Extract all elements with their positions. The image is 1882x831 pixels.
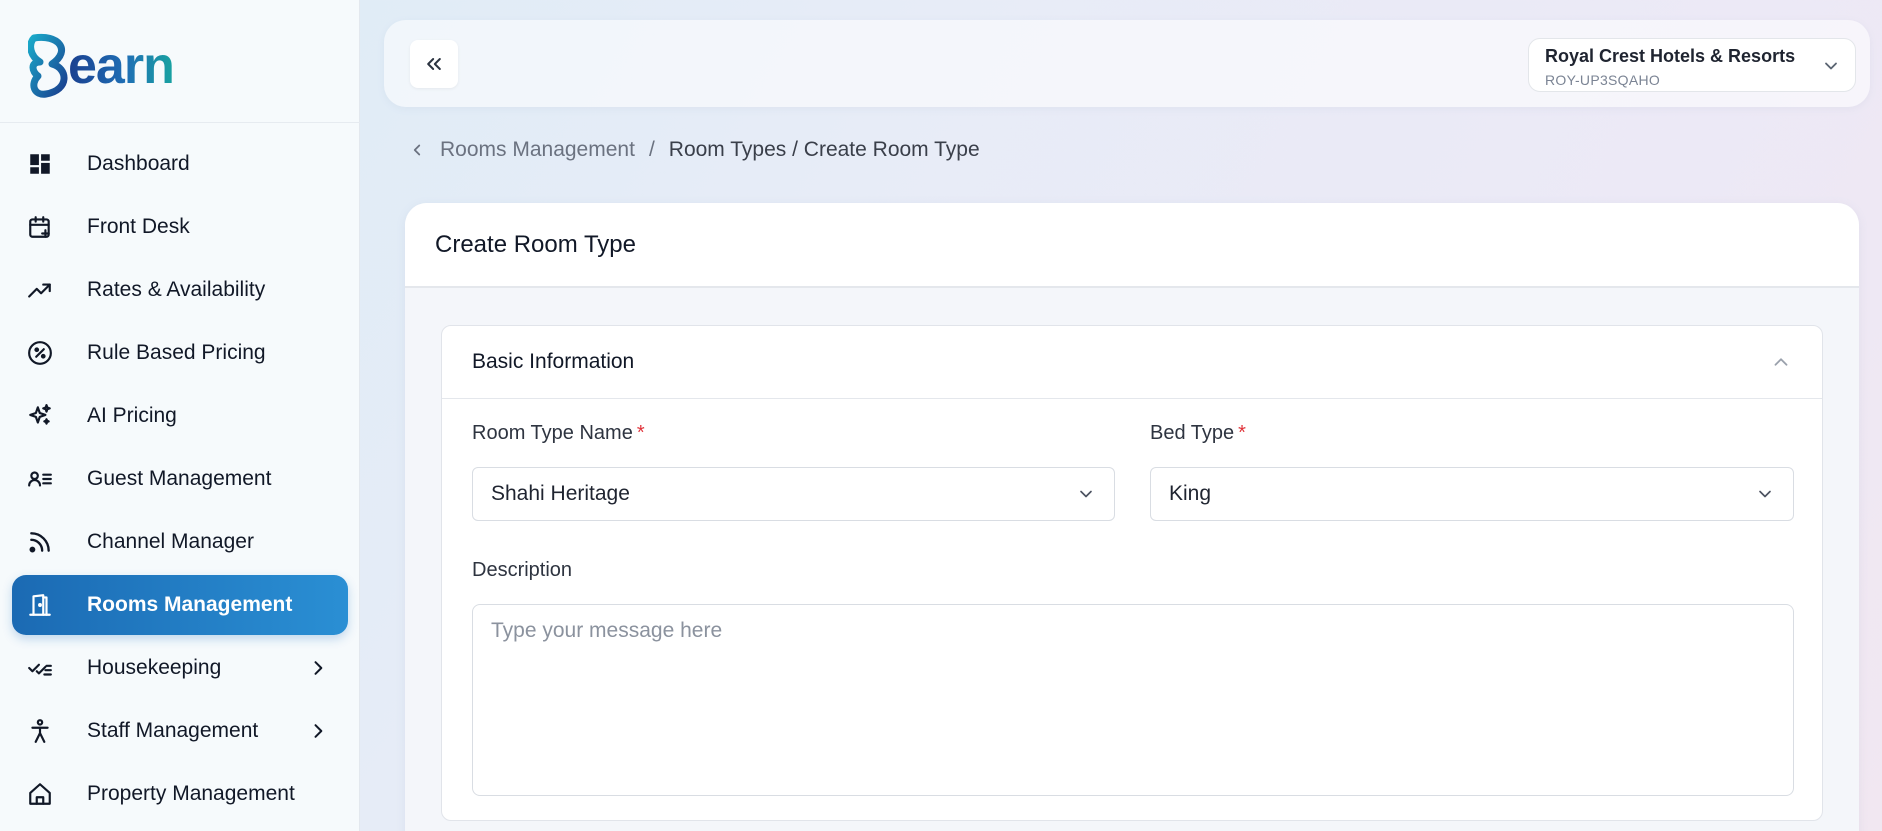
sidebar-item-label: AI Pricing: [87, 404, 177, 427]
chevron-down-icon: [1759, 490, 1771, 498]
collapse-sidebar-button[interactable]: [410, 40, 458, 88]
sidebar-item-label: Front Desk: [87, 215, 190, 238]
description-placeholder: Type your message here: [491, 619, 723, 642]
rss-icon: [26, 528, 54, 556]
description-textarea[interactable]: Type your message here: [472, 604, 1794, 796]
sidebar-item-label: Staff Management: [87, 719, 259, 742]
basic-information-section: Basic Information Room Type Name * Shahi …: [441, 325, 1823, 821]
create-room-type-card: Create Room Type Basic Information Room …: [405, 203, 1859, 831]
room-type-name-label: Room Type Name *: [472, 422, 645, 445]
sidebar-item-front-desk[interactable]: Front Desk: [12, 197, 348, 257]
property-name: Royal Crest Hotels & Resorts: [1545, 46, 1796, 66]
user-list-icon: [26, 465, 54, 493]
sidebar-item-label: Channel Manager: [87, 530, 254, 553]
room-type-name-label-text: Room Type Name: [472, 422, 633, 444]
sparkles-icon: [26, 402, 54, 430]
trending-up-icon: [26, 276, 54, 304]
logo-divider: [0, 122, 360, 123]
breadcrumb-link-rooms-management[interactable]: Rooms Management: [440, 138, 635, 162]
breadcrumb: Rooms Management / Room Types / Create R…: [408, 138, 980, 162]
bed-type-value: King: [1169, 482, 1212, 505]
sidebar-item-rule-based-pricing[interactable]: Rule Based Pricing: [12, 323, 348, 383]
dashboard-icon: [26, 150, 54, 178]
chevron-right-icon: [314, 661, 323, 675]
logo[interactable]: earn: [28, 28, 175, 98]
sidebar-item-label: Housekeeping: [87, 656, 222, 679]
page-title: Create Room Type: [405, 203, 1859, 288]
section-title: Basic Information: [472, 350, 635, 373]
description-label: Description: [472, 559, 573, 581]
sidebar: earn Dashboard Front Desk Rates & Availa…: [0, 0, 360, 831]
logo-text: earn: [68, 37, 175, 95]
sidebar-item-label: Guest Management: [87, 467, 272, 490]
person-icon: [26, 717, 54, 745]
bed-type-select[interactable]: King: [1150, 467, 1794, 521]
door-icon: [26, 591, 54, 619]
bed-type-label: Bed Type *: [1150, 422, 1246, 445]
sidebar-item-channel-manager[interactable]: Channel Manager: [12, 512, 348, 572]
chevron-down-icon: [1080, 490, 1092, 498]
bed-type-label-text: Bed Type: [1150, 422, 1235, 444]
sidebar-item-label: Rates & Availability: [87, 278, 266, 301]
sidebar-item-label: Rooms Management: [87, 593, 293, 616]
checklist-icon: [26, 654, 54, 682]
back-button[interactable]: [408, 141, 426, 159]
breadcrumb-current: Room Types / Create Room Type: [668, 138, 980, 161]
room-type-name-select[interactable]: Shahi Heritage: [472, 467, 1115, 521]
section-header[interactable]: Basic Information: [442, 326, 1822, 399]
property-code: ROY-UP3SQAHO: [1545, 72, 1661, 88]
sidebar-item-housekeeping[interactable]: Housekeeping: [12, 638, 348, 698]
sidebar-item-dashboard[interactable]: Dashboard: [12, 134, 348, 194]
sidebar-item-label: Property Management: [87, 782, 295, 805]
required-mark: *: [1238, 422, 1246, 444]
sidebar-item-rooms-management[interactable]: Rooms Management: [12, 575, 348, 635]
sidebar-item-ai-pricing[interactable]: AI Pricing: [12, 386, 348, 446]
percent-circle-icon: [26, 339, 54, 367]
chevron-right-icon: [314, 724, 323, 738]
required-mark: *: [636, 422, 645, 444]
sidebar-item-staff-management[interactable]: Staff Management: [12, 701, 348, 761]
chevron-left-icon: [413, 144, 421, 156]
sidebar-nav: Dashboard Front Desk Rates & Availabilit…: [12, 134, 348, 827]
top-bar: Royal Crest Hotels & Resorts ROY-UP3SQAH…: [384, 20, 1870, 107]
sidebar-item-rates-availability[interactable]: Rates & Availability: [12, 260, 348, 320]
chevrons-left-icon: [427, 58, 441, 70]
sidebar-item-guest-management[interactable]: Guest Management: [12, 449, 348, 509]
chevron-down-icon: [1825, 62, 1837, 70]
chevron-up-icon[interactable]: [1770, 351, 1792, 373]
room-type-name-value: Shahi Heritage: [491, 482, 630, 505]
sidebar-item-label: Dashboard: [87, 152, 190, 175]
home-icon: [26, 780, 54, 808]
sidebar-item-label: Rule Based Pricing: [87, 341, 266, 364]
breadcrumb-separator: /: [648, 138, 655, 161]
calendar-plus-icon: [26, 213, 54, 241]
sidebar-item-property-management[interactable]: Property Management: [12, 764, 348, 824]
property-selector[interactable]: Royal Crest Hotels & Resorts ROY-UP3SQAH…: [1528, 38, 1856, 92]
